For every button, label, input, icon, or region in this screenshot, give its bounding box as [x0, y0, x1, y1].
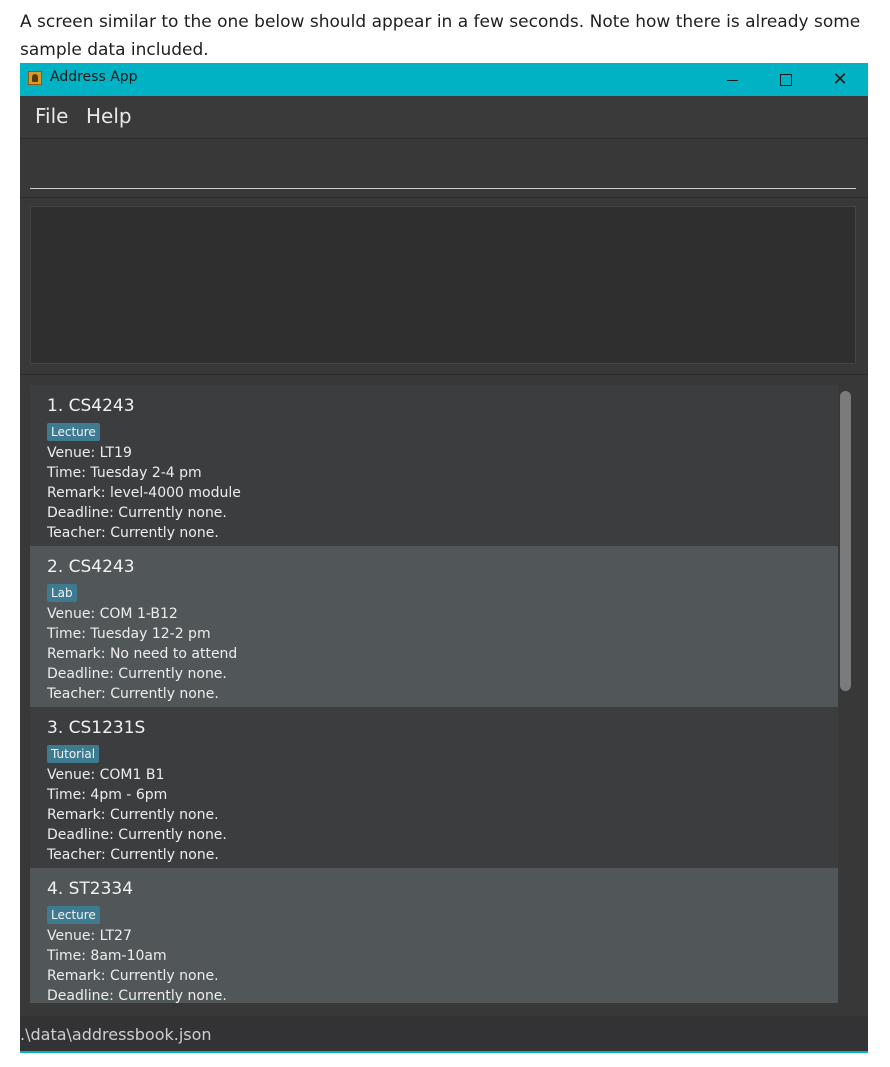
card-venue: Venue: COM 1-B12 — [47, 606, 178, 622]
module-card[interactable]: 4. ST2334 Lecture Venue: LT27 Time: 8am-… — [30, 868, 838, 1003]
card-remark: Remark: Currently none. — [47, 807, 219, 823]
module-card[interactable]: 1. CS4243 Lecture Venue: LT19 Time: Tues… — [30, 385, 838, 546]
card-venue: Venue: COM1 B1 — [47, 767, 165, 783]
module-card[interactable]: 2. CS4243 Lab Venue: COM 1-B12 Time: Tue… — [30, 546, 838, 707]
menu-file[interactable]: File — [35, 104, 68, 128]
maximize-button[interactable] — [760, 63, 812, 96]
card-deadline: Deadline: Currently none. — [47, 666, 227, 682]
lesson-type-tag: Lecture — [47, 423, 100, 441]
title-bar[interactable]: Address App ✕ — [20, 63, 868, 96]
minimize-icon — [726, 80, 738, 81]
save-location-path: .\data\addressbook.json — [20, 1025, 212, 1044]
address-book-icon — [28, 71, 42, 85]
result-display[interactable] — [30, 206, 856, 364]
maximize-icon — [780, 73, 792, 86]
card-remark: Remark: No need to attend — [47, 646, 238, 662]
card-teacher: Teacher: Currently none. — [47, 686, 219, 702]
minimize-button[interactable] — [706, 63, 758, 96]
module-list-panel: 1. CS4243 Lecture Venue: LT19 Time: Tues… — [20, 375, 868, 1016]
intro-paragraph: A screen similar to the one below should… — [20, 12, 861, 60]
card-time: Time: Tuesday 12-2 pm — [47, 626, 211, 642]
card-deadline: Deadline: Currently none. — [47, 827, 227, 843]
card-venue: Venue: LT27 — [47, 928, 132, 944]
app-window: Address App ✕ File Help 1. CS4243 Lectur… — [20, 63, 868, 1053]
module-card[interactable]: 3. CS1231S Tutorial Venue: COM1 B1 Time:… — [30, 707, 838, 868]
close-button[interactable]: ✕ — [814, 63, 866, 96]
command-input[interactable] — [30, 149, 856, 189]
command-box — [20, 139, 868, 198]
window-title: Address App — [50, 69, 138, 85]
menu-help[interactable]: Help — [86, 104, 132, 128]
close-icon: ✕ — [832, 68, 848, 90]
card-venue: Venue: LT19 — [47, 445, 132, 461]
lesson-type-tag: Lecture — [47, 906, 100, 924]
card-title: 2. CS4243 — [47, 557, 135, 577]
card-time: Time: Tuesday 2-4 pm — [47, 465, 202, 481]
card-teacher: Teacher: Currently none. — [47, 847, 219, 863]
list-scrollbar[interactable] — [840, 391, 851, 691]
card-time: Time: 8am-10am — [47, 948, 167, 964]
card-deadline: Deadline: Currently none. — [47, 988, 227, 1003]
card-remark: Remark: Currently none. — [47, 968, 219, 984]
card-deadline: Deadline: Currently none. — [47, 505, 227, 521]
result-panel — [20, 198, 868, 375]
card-time: Time: 4pm - 6pm — [47, 787, 168, 803]
status-bar: .\data\addressbook.json — [20, 1016, 868, 1053]
card-title: 3. CS1231S — [47, 718, 146, 738]
card-title: 4. ST2334 — [47, 879, 134, 899]
menu-bar: File Help — [20, 96, 868, 139]
lesson-type-tag: Lab — [47, 584, 77, 602]
card-remark: Remark: level-4000 module — [47, 485, 241, 501]
module-list[interactable]: 1. CS4243 Lecture Venue: LT19 Time: Tues… — [30, 385, 838, 1003]
card-title: 1. CS4243 — [47, 396, 135, 416]
lesson-type-tag: Tutorial — [47, 745, 100, 763]
card-teacher: Teacher: Currently none. — [47, 525, 219, 541]
